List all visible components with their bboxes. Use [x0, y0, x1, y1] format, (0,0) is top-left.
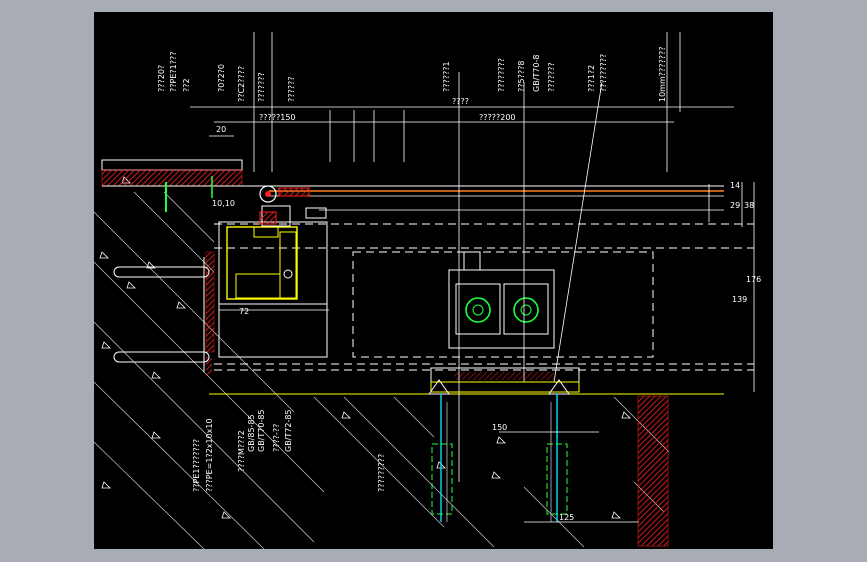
cad-viewport[interactable]: 20 10,10 72 150 125 29 14 38 176 139 ???…: [94, 12, 773, 549]
dim-150: 150: [492, 423, 507, 432]
left-note-1: ??PE1???????: [192, 439, 201, 492]
track-lines: [209, 185, 724, 395]
top-note-6: ???????: [257, 72, 266, 102]
top-b-4: ???1?2: [587, 65, 596, 92]
dim-125: 125: [559, 513, 574, 522]
top-b-5: ?????????: [599, 54, 608, 92]
right-wall-hatch: [637, 395, 669, 547]
left-note-7: GB/T72-85: [284, 409, 293, 452]
left-anchors: [113, 257, 210, 372]
anchor-bolts: [431, 394, 568, 522]
top-note-3: ??2: [182, 78, 191, 92]
top-b-3: ???????: [547, 62, 556, 92]
span-200: ?????200: [479, 113, 516, 122]
dim-29: 29: [730, 201, 740, 210]
top-note-5: ??C2????: [237, 66, 246, 102]
vert-top-1: ??????1: [442, 61, 451, 92]
mid-text: ????: [452, 97, 469, 106]
vert-top-2: ????????: [497, 58, 506, 92]
left-note-5: GB/T70-85: [257, 409, 266, 452]
top-b-2: GB/T70-8: [532, 55, 541, 92]
dim-176: 176: [746, 275, 761, 284]
base-plate: [428, 367, 580, 395]
left-note-3: ????M???2: [237, 430, 246, 472]
left-note-6: ????-??: [272, 424, 281, 452]
dim-72: 72: [239, 307, 249, 316]
left-note-4: GB/85-85: [247, 414, 256, 452]
dim-14: 14: [730, 181, 740, 190]
top-note-2: ??PE?1???: [169, 52, 178, 92]
dim-38: 38: [744, 201, 754, 210]
top-roller: [259, 185, 310, 203]
top-note-7: ??????: [287, 77, 296, 102]
span-150: ?????150: [259, 113, 296, 122]
bottom-note: ?????????: [377, 454, 386, 492]
dim-139: 139: [732, 295, 747, 304]
top-note-4: ?0?2?0: [217, 64, 226, 92]
top-b-1: ??5???8: [517, 61, 526, 92]
left-note-2: ???PE=1?2x10x10: [205, 418, 214, 492]
drive-units: [448, 251, 555, 349]
top-note-1: ???20?: [157, 65, 166, 92]
dim-10-10: 10,10: [212, 199, 235, 208]
right-note: 10mm???????: [658, 47, 667, 103]
cad-drawing: 20 10,10 72 150 125 29 14 38 176 139 ???…: [94, 32, 761, 549]
dim-20: 20: [216, 125, 226, 134]
door-profile: [218, 205, 328, 358]
floor-slab: [101, 159, 264, 187]
